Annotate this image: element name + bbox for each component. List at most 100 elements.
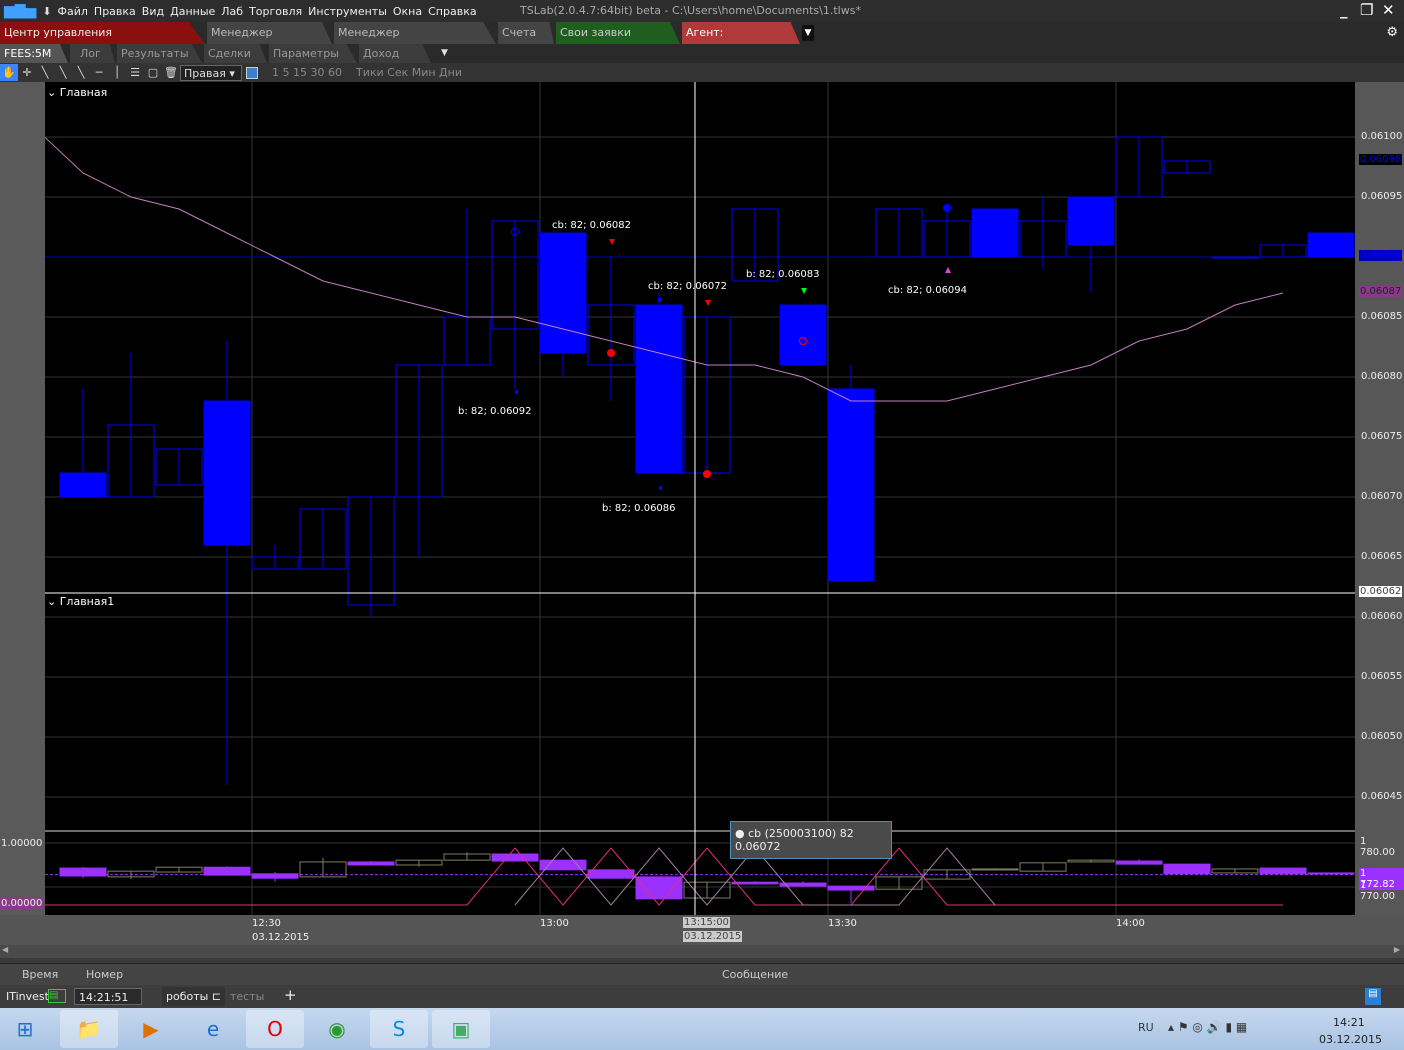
axis-select-value: Правая	[184, 66, 226, 80]
hline-tool-icon[interactable]: ─	[90, 64, 108, 81]
menu-data[interactable]: Данные	[170, 5, 215, 18]
interval-buttons[interactable]: 1 5 15 30 60	[272, 66, 342, 79]
chart-plot[interactable]: ⌄ Главная ⌄ Главная1 cb: 82; 0.06082 cb:…	[45, 82, 1355, 915]
windows-taskbar: ⊞ 📁 ▶ e O ◉ S ▣ RU ▴ ⚑ ◎ 🔊 ▮ ▦ 14:21 03.…	[0, 1008, 1404, 1050]
pane-main-label[interactable]: ⌄ Главная	[47, 86, 107, 99]
indicator-candle-body	[827, 885, 875, 891]
tray-icons[interactable]: ▴ ⚑ ◎ 🔊 ▮ ▦	[1168, 1020, 1247, 1034]
copy-tool-icon[interactable]: ▢	[144, 64, 162, 81]
tab-agent[interactable]: Агент: донабор4	[682, 22, 800, 44]
tab-deals[interactable]: Сделки	[204, 44, 267, 63]
indicator-candle-body	[1307, 872, 1355, 875]
candle-body	[1307, 232, 1355, 258]
column-message[interactable]: Сообщение	[722, 968, 788, 981]
minimize-button[interactable]: _	[1340, 1, 1348, 19]
menu-help[interactable]: Справка	[428, 5, 476, 18]
tab-income[interactable]: Доход	[359, 44, 431, 63]
signal-triangle	[609, 239, 615, 245]
level-price-badge: 0.06090	[1359, 250, 1403, 261]
close-button[interactable]: ✕	[1382, 1, 1395, 19]
tab-results[interactable]: Результаты	[117, 44, 202, 63]
trade-marker	[943, 204, 951, 212]
tab-accounts[interactable]: Счета	[498, 22, 554, 44]
indicator-candle-body	[491, 853, 539, 862]
tslab-icon[interactable]: ▣	[432, 1010, 490, 1048]
taskbar-time: 14:21	[1333, 1016, 1365, 1029]
log-header: Время Номер Сообщение	[0, 963, 1404, 985]
indicator-tick: 1 770.00	[1360, 880, 1395, 902]
save-icon[interactable]: ⬇	[42, 5, 51, 18]
opera-icon[interactable]: O	[246, 1010, 304, 1048]
ie-icon[interactable]: e	[184, 1010, 242, 1048]
tabs-dropdown-button[interactable]: ▼	[802, 25, 814, 41]
media-player-icon[interactable]: ▶	[122, 1010, 180, 1048]
price-axis[interactable]: 0.06100 0.06095 0.06090 0.06085 0.06080 0.060…	[1355, 82, 1404, 915]
tabs-more-icon[interactable]: ▼	[441, 48, 448, 59]
price-tick: 0.06070	[1361, 491, 1403, 502]
menu-view[interactable]: Вид	[142, 5, 164, 18]
tab-tests[interactable]: тесты	[230, 990, 264, 1003]
delete-tool-icon[interactable]: 🗑	[162, 64, 180, 81]
color-swatch[interactable]	[246, 66, 258, 79]
time-tick: 12:30	[252, 918, 281, 929]
segment-tool-icon[interactable]: ╲	[72, 64, 90, 81]
hand-tool-icon[interactable]: ✋	[0, 64, 18, 81]
app-logo-icon: ▆▇▅	[4, 3, 37, 19]
scroll-right-icon[interactable]: ▶	[1394, 945, 1400, 954]
indicator-min-label: 0.00000	[0, 898, 44, 909]
left-gutter: 1.00000 0.00000	[0, 82, 45, 915]
broker-label: ITinvest	[6, 990, 49, 1003]
menu-file[interactable]: Файл	[58, 5, 88, 18]
tab-connection-manager[interactable]: Менеджер подключений	[334, 22, 496, 44]
gear-icon[interactable]: ⚙	[1386, 25, 1398, 40]
order-marker	[515, 390, 518, 394]
scroll-left-icon[interactable]: ◀	[2, 945, 8, 954]
menu-edit[interactable]: Правка	[94, 5, 136, 18]
tab-robots[interactable]: роботы ⊏	[162, 987, 226, 1006]
line-tool-icon[interactable]: ╲	[36, 64, 54, 81]
price-tick: 0.06065	[1361, 551, 1403, 562]
tab-log[interactable]: Лог	[70, 44, 115, 63]
crosshair-tool-icon[interactable]: ✛	[18, 64, 36, 81]
date-tick: 03.12.2015	[252, 932, 310, 943]
explorer-icon[interactable]: 📁	[60, 1010, 118, 1048]
crosshair-time: 13:15:00	[683, 917, 730, 928]
menu-trading[interactable]: Торговля	[249, 5, 302, 18]
sub-tabs: FEES:5M Лог Результаты Сделки Параметры …	[0, 44, 1404, 63]
language-indicator[interactable]: RU	[1138, 1021, 1154, 1034]
notes-icon[interactable]: ▤	[1365, 988, 1381, 1005]
fibo-tool-icon[interactable]: ☰	[126, 64, 144, 81]
indicator-candle-body	[1115, 860, 1163, 865]
indicator-candle-body	[539, 859, 587, 871]
menu-lab[interactable]: Лаб	[221, 5, 243, 18]
column-number[interactable]: Номер	[86, 968, 123, 981]
tab-parameters[interactable]: Параметры	[269, 44, 357, 63]
window-title: TSLab(2.0.4.7:64bit) beta - C:\Users\hom…	[520, 4, 861, 17]
trade-annotation: b: 82; 0.06086	[602, 503, 676, 514]
tab-own-orders[interactable]: Свои заявки (6845)	[556, 22, 680, 44]
unit-buttons[interactable]: Тики Сек Мин Дни	[356, 66, 462, 79]
pane-second-label[interactable]: ⌄ Главная1	[47, 595, 114, 608]
price-tick: 0.06050	[1361, 731, 1403, 742]
menu-tools[interactable]: Инструменты	[308, 5, 387, 18]
chart-toolbar: ✋ ✛ ╲ ╲ ╲ ─ │ ☰ ▢ 🗑 Правая ▾ 1 5 15 30 6…	[0, 63, 1404, 82]
add-tab-button[interactable]: +	[284, 986, 297, 1004]
candle-body	[827, 388, 875, 582]
menu-windows[interactable]: Окна	[393, 5, 422, 18]
vline-tool-icon[interactable]: │	[108, 64, 126, 81]
axis-select[interactable]: Правая ▾	[180, 64, 242, 81]
tab-fees[interactable]: FEES:5M	[0, 44, 68, 63]
ray-tool-icon[interactable]: ╲	[54, 64, 72, 81]
chrome-icon[interactable]: ◉	[308, 1010, 366, 1048]
tab-command-manager[interactable]: Менеджер команд	[207, 22, 332, 44]
horizontal-scrollbar[interactable]: ◀ ▶	[0, 945, 1404, 958]
chart-svg	[45, 82, 1355, 915]
tab-algo-center[interactable]: Центр управления алготорговлей	[0, 22, 205, 44]
column-time[interactable]: Время	[22, 968, 58, 981]
menu-bar: ▆▇▅ ⬇ Файл Правка Вид Данные Лаб Торговл…	[0, 0, 1404, 22]
candle-body	[539, 232, 587, 354]
start-button[interactable]: ⊞	[0, 1010, 50, 1048]
maximize-button[interactable]: ❐	[1360, 1, 1373, 19]
skype-icon[interactable]: S	[370, 1010, 428, 1048]
last-price-badge: 0.06098	[1359, 154, 1403, 165]
